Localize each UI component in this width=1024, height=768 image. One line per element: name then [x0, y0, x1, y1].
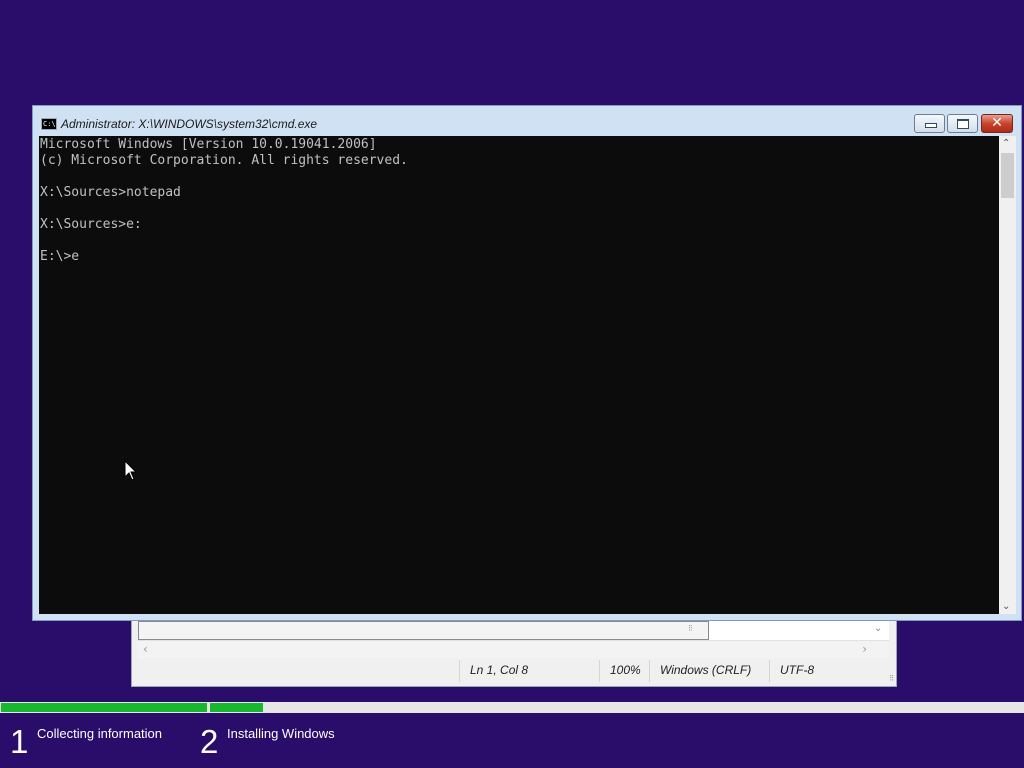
notepad-edit-area[interactable]	[138, 621, 709, 640]
console-line: Microsoft Windows [Version 10.0.19041.20…	[40, 137, 377, 152]
progress-step-2	[210, 703, 263, 712]
cmd-app-icon: C:\	[41, 118, 57, 130]
status-encoding: UTF-8	[769, 660, 889, 682]
minimize-button[interactable]	[914, 114, 945, 133]
notepad-blank-area	[709, 621, 889, 640]
notepad-window[interactable]: ⁝⁝ ⌄ ‹ › Ln 1, Col 8 100% Windows (CRLF)…	[131, 610, 897, 687]
window-title: Administrator: X:\WINDOWS\system32\cmd.e…	[61, 117, 318, 131]
title-bar[interactable]: C:\ Administrator: X:\WINDOWS\system32\c…	[33, 106, 1021, 136]
console-output[interactable]: Microsoft Windows [Version 10.0.19041.20…	[39, 136, 999, 614]
close-icon: ✕	[991, 115, 1003, 131]
console-vertical-scrollbar[interactable]: ⌃ ⌄	[999, 136, 1016, 614]
notepad-horizontal-scrollbar[interactable]: ‹ ›	[138, 640, 889, 659]
step-number: 1	[10, 723, 29, 760]
chevron-right-icon[interactable]: ›	[862, 642, 867, 656]
mouse-pointer-icon	[124, 460, 138, 481]
cmd-window[interactable]: C:\ Administrator: X:\WINDOWS\system32\c…	[32, 105, 1022, 621]
console-line: (c) Microsoft Corporation. All rights re…	[40, 153, 408, 168]
step-label: Installing Windows	[227, 726, 335, 741]
notepad-status-bar: Ln 1, Col 8 100% Windows (CRLF) UTF-8	[138, 660, 889, 682]
console-line: X:\Sources>e:	[40, 217, 142, 232]
chevron-up-icon[interactable]: ⌃	[1002, 138, 1010, 149]
maximize-button[interactable]	[947, 114, 978, 133]
step-label: Collecting information	[37, 726, 163, 741]
progress-step-2-track	[210, 703, 1024, 712]
status-position: Ln 1, Col 8	[459, 660, 599, 682]
console-input-line[interactable]: E:\>e	[40, 249, 999, 265]
close-button[interactable]: ✕	[981, 114, 1013, 133]
resize-grip-icon[interactable]: ⁝⁝	[889, 674, 894, 684]
maximize-icon	[957, 119, 969, 129]
console-line: X:\Sources>notepad	[40, 185, 181, 200]
progress-step-1	[1, 703, 207, 712]
chevron-left-icon[interactable]: ‹	[143, 642, 148, 656]
step-number: 2	[200, 723, 219, 760]
resize-grip-icon: ⁝⁝	[688, 624, 693, 634]
minimize-icon	[925, 123, 937, 128]
chevron-down-icon[interactable]: ⌄	[874, 623, 882, 634]
chevron-down-icon[interactable]: ⌄	[1002, 601, 1010, 612]
scrollbar-thumb[interactable]	[1001, 153, 1014, 198]
status-zoom: 100%	[599, 660, 649, 682]
status-line-ending: Windows (CRLF)	[649, 660, 769, 682]
